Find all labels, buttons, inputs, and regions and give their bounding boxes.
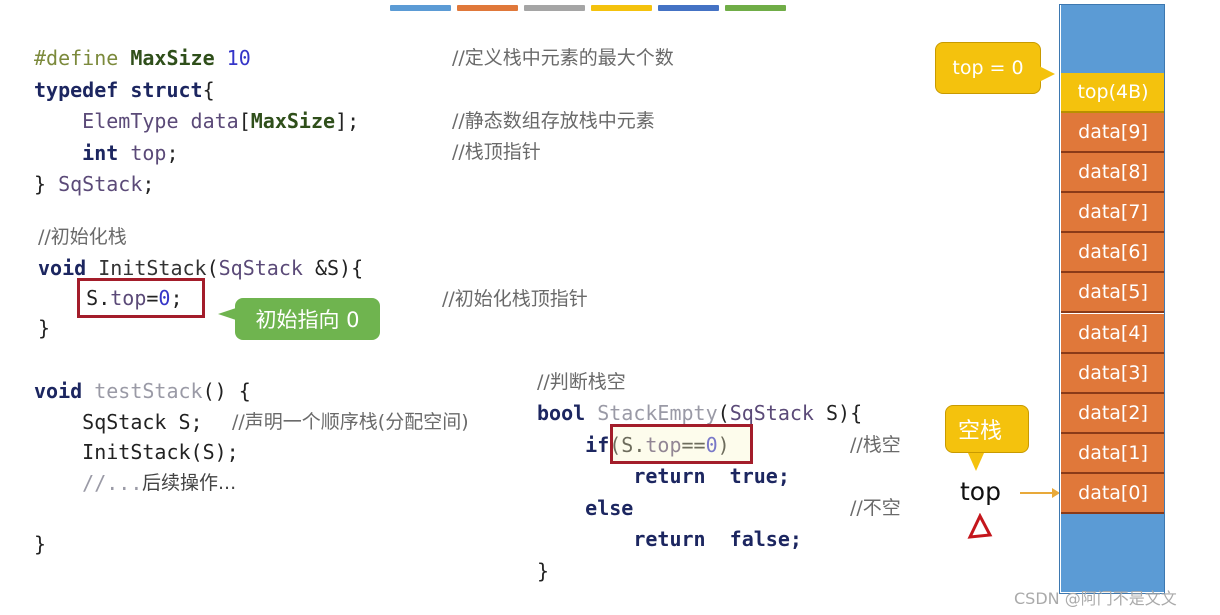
progress-strip	[658, 5, 719, 11]
code-token: (	[717, 401, 730, 425]
code-line: int top;	[34, 138, 359, 170]
bubble-top-eq: top = 0	[935, 42, 1041, 94]
code-token: ;	[142, 172, 155, 196]
code-token: MaxSize	[250, 109, 336, 133]
code-token: #define	[34, 46, 131, 70]
comment-empty-title: //判断栈空	[537, 371, 626, 393]
struct-code: #define MaxSize 10 typedef struct{ ElemTy…	[34, 43, 359, 201]
code-token: }	[34, 172, 59, 196]
code-token: SqStack S;	[34, 409, 203, 434]
code-token: //...	[34, 470, 143, 495]
code-token: &S){	[314, 256, 364, 280]
progress-strip	[390, 5, 451, 11]
code-token: InitStack(S);	[34, 440, 239, 464]
bubble-init: 初始指向 0	[235, 298, 380, 340]
code-token: return false;	[537, 527, 802, 551]
code-token: MaxSize	[130, 46, 227, 70]
code-line: }	[34, 529, 251, 560]
code-token: StackEmpty	[597, 401, 718, 425]
code-token: top	[130, 140, 167, 165]
red-triangle-mark-icon	[967, 513, 993, 539]
pointer-arrow-icon	[1020, 492, 1054, 494]
code-token: S){	[826, 401, 863, 425]
bubble-empty-text: 空栈	[958, 419, 1003, 444]
code-line: void testStack() {	[34, 376, 251, 407]
watermark: CSDN @阿门不是文文	[1014, 589, 1177, 608]
code-token: }	[537, 558, 550, 583]
code-token: typedef struct	[34, 77, 203, 102]
comment-declare: //声明一个顺序栈(分配空间)	[232, 411, 469, 433]
code-token: void	[34, 379, 95, 403]
comment-maxsize: //定义栈中元素的最大个数	[452, 47, 674, 69]
code-line: #define MaxSize 10	[34, 43, 359, 75]
progress-strip	[457, 5, 518, 11]
bubble-top-eq-text: top = 0	[952, 57, 1024, 79]
code-line: }	[537, 556, 862, 588]
code-token: int	[34, 140, 131, 165]
code-token: data	[190, 109, 239, 133]
highlight-init-top	[77, 278, 205, 318]
comment-init-title: //初始化栈	[38, 226, 127, 248]
code-token: else	[537, 495, 634, 520]
comment-data: //静态数组存放栈中元素	[452, 110, 655, 132]
progress-strip	[725, 5, 786, 11]
comment-top: //栈顶指针	[452, 141, 541, 163]
code-token: (	[206, 256, 219, 280]
bubble-top-eq-tail	[1039, 66, 1055, 82]
bubble-empty: 空栈	[945, 405, 1029, 453]
code-token: [	[238, 109, 251, 133]
code-token: if	[537, 432, 610, 457]
code-token: SqStack	[58, 172, 143, 196]
code-line: return true;	[537, 461, 862, 493]
code-token: ElemType	[34, 109, 191, 133]
code-token: bool	[537, 401, 598, 425]
code-token: {	[202, 77, 215, 102]
code-line: else	[537, 493, 862, 525]
progress-strip	[524, 5, 585, 11]
code-token: return true;	[537, 464, 790, 488]
code-token: void	[38, 256, 99, 280]
comment-init-top: //初始化栈顶指针	[442, 288, 588, 310]
top-pointer-label: top	[960, 477, 1001, 506]
comment-followup: 后续操作...	[142, 472, 237, 494]
code-token: () {	[202, 379, 251, 403]
code-token: ];	[335, 109, 360, 133]
code-line: } SqStack;	[34, 169, 359, 201]
comment-not-empty: //不空	[850, 497, 901, 519]
progress-strip	[591, 5, 652, 11]
code-line: SqStack S;	[34, 407, 251, 438]
code-token: InitStack	[98, 256, 207, 280]
code-token: SqStack	[729, 401, 827, 425]
code-token: SqStack	[218, 256, 315, 280]
code-line: typedef struct{	[34, 75, 359, 107]
code-line: return false;	[537, 524, 862, 556]
comment-is-empty: //栈空	[850, 434, 901, 456]
code-token: }	[38, 316, 51, 340]
code-line: ElemType data[MaxSize];	[34, 106, 359, 138]
code-token: }	[34, 531, 47, 556]
stack-border	[1059, 4, 1165, 594]
code-token: testStack	[94, 379, 203, 403]
code-token: ;	[166, 140, 179, 165]
bubble-init-text: 初始指向 0	[255, 308, 360, 332]
bubble-init-tail	[218, 308, 236, 320]
code-token: 10	[226, 46, 251, 70]
code-line: InitStack(S);	[34, 437, 251, 468]
highlight-empty-check	[610, 424, 753, 464]
bubble-empty-tail	[968, 453, 984, 471]
